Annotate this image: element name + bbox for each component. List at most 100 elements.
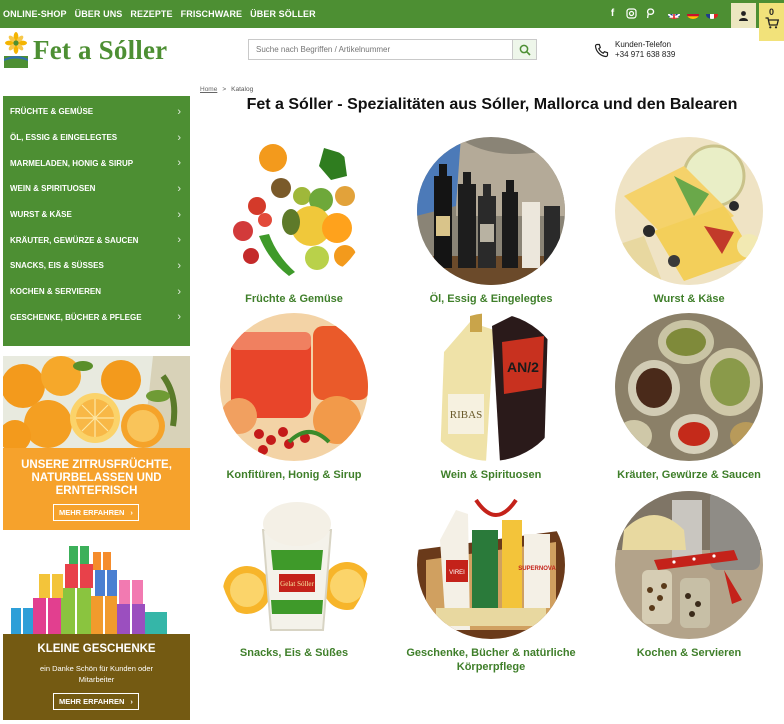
sidebar-item-label: GESCHENKE, BÜCHER & PFLEGE (10, 312, 142, 322)
chevron-right-icon: › (177, 208, 181, 221)
gifts-promo-subtitle: ein Danke Schön für Kunden oder Mitarbei… (40, 664, 153, 684)
sidebar-item-label: KRÄUTER, GEWÜRZE & SAUCEN (10, 235, 139, 245)
french-flag-icon[interactable] (706, 10, 718, 19)
nav-fresh-goods[interactable]: FRISCHWARE (181, 9, 243, 19)
search-icon (519, 44, 531, 56)
cart-button[interactable]: 0 (759, 3, 784, 41)
gift-basket-image: VIREI SUPERNOVA (417, 491, 565, 639)
sidebar-item-sausage-cheese[interactable]: WURST & KÄSE › (3, 202, 190, 228)
gifts-promo-banner[interactable]: KLEINE GESCHENKE ein Danke Schön für Kun… (3, 540, 190, 720)
category-tile-jams-honey[interactable]: Konfitüren, Honig & Sirup (209, 312, 379, 482)
search-button[interactable] (512, 40, 536, 59)
sausage-cheese-image (615, 137, 763, 285)
account-button[interactable] (731, 3, 756, 28)
citrus-promo-banner[interactable]: UNSERE ZITRUSFRÜCHTE, NATURBELASSEN UND … (3, 356, 190, 530)
page-title: Fet a Sóller - Spezialitäten aus Sóller,… (246, 96, 738, 113)
chevron-right-icon: › (177, 182, 181, 195)
chevron-right-icon: › (177, 131, 181, 144)
wine-label-ribas: RIBAS (450, 409, 482, 421)
sidebar-item-label: FRÜCHTE & GEMÜSE (10, 107, 94, 117)
category-tile-wine-spirits[interactable]: RIBAS AN/2 Wein & Spirituosen (406, 312, 576, 482)
category-tile-cooking-serving[interactable]: Kochen & Servieren (604, 490, 774, 660)
category-menu: FRÜCHTE & GEMÜSE › ÖL, ESSIG & EINGELEGTE… (3, 96, 190, 346)
sidebar-item-herbs-spices[interactable]: KRÄUTER, GEWÜRZE & SAUCEN › (3, 227, 190, 253)
cooking-serving-image (615, 491, 763, 639)
citrus-more-label: MEHR ERFAHREN (59, 508, 125, 517)
phone-number: +34 971 638 839 (615, 50, 676, 59)
sidebar-item-fruits-vegetables[interactable]: FRÜCHTE & GEMÜSE › (3, 99, 190, 125)
sidebar-item-label: SNACKS, EIS & SÜSSES (10, 261, 104, 271)
nav-online-shop[interactable]: ONLINE-SHOP (3, 9, 67, 19)
gift-boxes-image (3, 540, 190, 634)
sidebar-item-cooking-serving[interactable]: KOCHEN & SERVIEREN › (3, 279, 190, 305)
nav-about-soller[interactable]: ÜBER SÖLLER (250, 9, 316, 19)
logo-flower-icon (4, 32, 28, 68)
chevron-right-icon: › (177, 105, 181, 118)
sidebar-item-label: ÖL, ESSIG & EINGELEGTES (10, 133, 118, 143)
fruits-vegetables-image (220, 137, 368, 285)
chevron-right-icon: › (130, 508, 133, 517)
chevron-right-icon: › (177, 311, 181, 324)
sidebar-item-wine-spirits[interactable]: WEIN & SPIRITUOSEN › (3, 176, 190, 202)
site-logo[interactable]: Fet a Sóller (4, 32, 167, 68)
category-label: Kochen & Servieren (636, 647, 742, 659)
category-tile-gifts-books[interactable]: VIREI SUPERNOVA Geschenke, Bücher & natü… (406, 490, 576, 674)
sidebar-item-label: WEIN & SPIRITUOSEN (10, 184, 96, 194)
category-tile-herbs-spices[interactable]: Kräuter, Gewürze & Saucen (604, 312, 774, 482)
category-tile-oil-vinegar[interactable]: Öl, Essig & Eingelegtes (406, 136, 576, 306)
phone-icon (594, 43, 609, 57)
top-bar: ONLINE-SHOP ÜBER UNS REZEPTE FRISCHWARE … (0, 0, 784, 28)
breadcrumb-separator: > (222, 86, 227, 93)
customer-phone[interactable]: Kunden-Telefon +34 971 638 839 (594, 40, 675, 60)
cart-icon (765, 17, 779, 29)
oranges-image (3, 356, 190, 448)
category-label: Snacks, Eis & Süßes (239, 647, 349, 659)
gifts-more-button[interactable]: MEHR ERFAHREN › (53, 693, 139, 710)
chevron-right-icon: › (177, 259, 181, 272)
social-links: f (607, 8, 656, 19)
category-label: Wurst & Käse (653, 293, 725, 305)
language-switcher (668, 10, 718, 19)
ice-cream-brand: Gelat Sóller (280, 580, 314, 588)
chevron-right-icon: › (130, 697, 133, 706)
sidebar-item-snacks-sweets[interactable]: SNACKS, EIS & SÜSSES › (3, 253, 190, 279)
breadcrumb: Home > Katalog (200, 86, 253, 93)
jams-honey-image (220, 313, 368, 461)
facebook-icon[interactable]: f (607, 8, 618, 19)
pinterest-icon[interactable] (645, 8, 656, 19)
wine-label-an2: AN/2 (507, 359, 539, 375)
gifts-more-label: MEHR ERFAHREN (59, 697, 125, 706)
citrus-more-button[interactable]: MEHR ERFAHREN › (53, 504, 139, 521)
oil-vinegar-image (417, 137, 565, 285)
citrus-promo-title: UNSERE ZITRUSFRÜCHTE, NATURBELASSEN UND … (21, 459, 172, 497)
category-tile-snacks-sweets[interactable]: Gelat Sóller Snacks, Eis & Süßes (209, 490, 379, 660)
logo-text: Fet a Sóller (33, 34, 168, 65)
sidebar-item-label: MARMELADEN, HONIG & SIRUP (10, 158, 134, 168)
nav-recipes[interactable]: REZEPTE (130, 9, 172, 19)
snacks-sweets-image: Gelat Sóller (220, 491, 368, 639)
category-label: Konfitüren, Honig & Sirup (226, 469, 362, 481)
sidebar-item-label: KOCHEN & SERVIEREN (10, 287, 101, 297)
instagram-icon[interactable] (626, 8, 637, 19)
category-tile-fruits-vegetables[interactable]: Früchte & Gemüse (209, 136, 379, 306)
gift-bottle-label: VIREI (449, 570, 465, 576)
nav-about-us[interactable]: ÜBER UNS (75, 9, 123, 19)
gift-pack-label: SUPERNOVA (518, 566, 556, 572)
english-flag-icon[interactable] (668, 10, 680, 19)
herbs-spices-image (615, 313, 763, 461)
category-label: Öl, Essig & Eingelegtes (429, 293, 553, 305)
wine-spirits-image: RIBAS AN/2 (417, 313, 565, 461)
category-label: Geschenke, Bücher & natürliche Körperpfl… (406, 647, 576, 673)
sidebar-item-oil-vinegar[interactable]: ÖL, ESSIG & EINGELEGTES › (3, 125, 190, 151)
chevron-right-icon: › (177, 234, 181, 247)
category-tile-sausage-cheese[interactable]: Wurst & Käse (604, 136, 774, 306)
chevron-right-icon: › (177, 285, 181, 298)
top-navigation: ONLINE-SHOP ÜBER UNS REZEPTE FRISCHWARE … (3, 0, 316, 28)
breadcrumb-home[interactable]: Home (200, 86, 217, 93)
phone-label: Kunden-Telefon (615, 40, 672, 49)
user-icon (739, 11, 748, 21)
sidebar-item-gifts-books[interactable]: GESCHENKE, BÜCHER & PFLEGE › (3, 305, 190, 331)
spanish-flag-icon[interactable] (687, 10, 699, 19)
sidebar-item-jams-honey[interactable]: MARMELADEN, HONIG & SIRUP › (3, 150, 190, 176)
search-input[interactable] (249, 40, 512, 59)
